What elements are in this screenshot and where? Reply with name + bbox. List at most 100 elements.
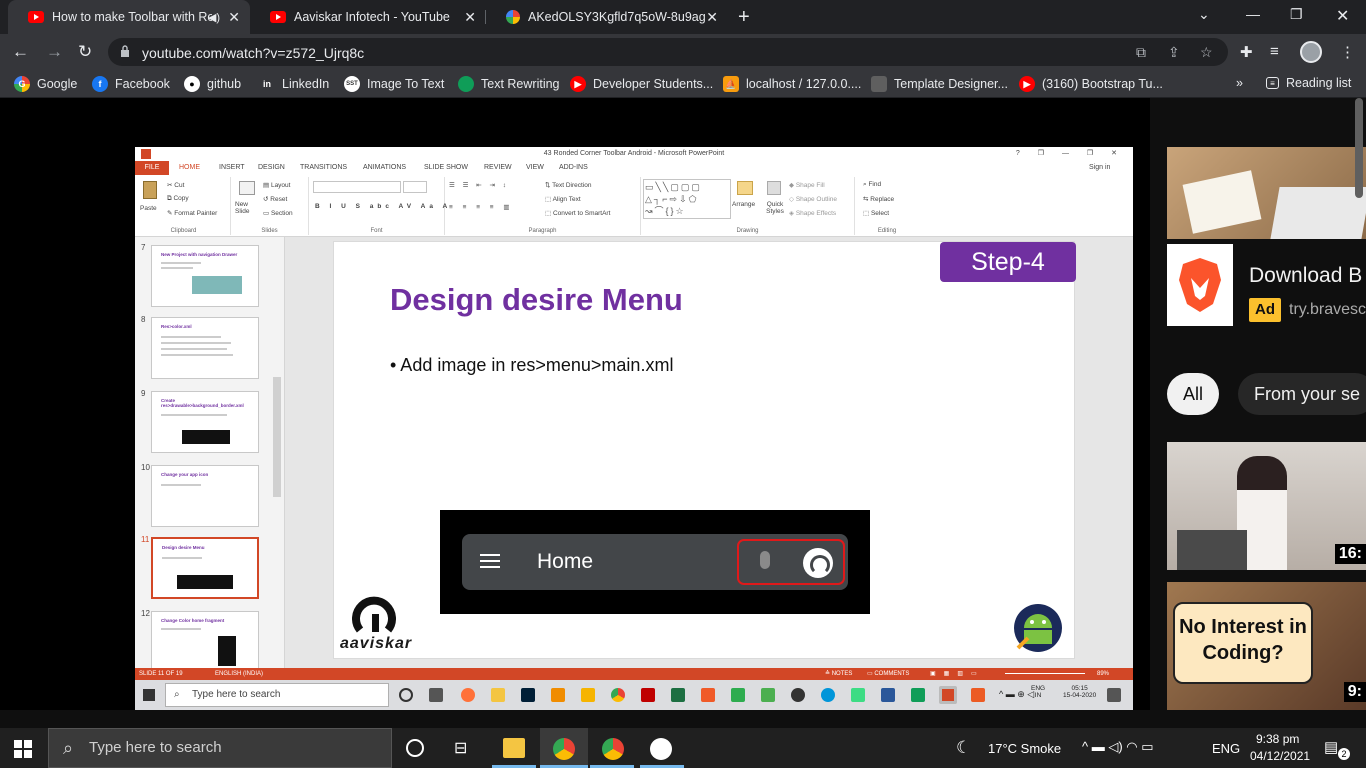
layout-button[interactable]: ▤ Layout bbox=[263, 181, 290, 189]
align-icons[interactable]: ≡ ≡ ≡ ≡ ▥ bbox=[449, 203, 514, 211]
bookmark-google[interactable]: G Google bbox=[14, 76, 77, 92]
reload-icon[interactable]: ↻ bbox=[78, 42, 92, 62]
comments-button[interactable]: ▭ COMMENTS bbox=[867, 668, 909, 680]
profile-avatar[interactable] bbox=[1300, 41, 1322, 63]
bookmark-template-designer[interactable]: Template Designer... bbox=[871, 76, 1008, 92]
video-thumbnail[interactable]: 16: bbox=[1167, 442, 1366, 570]
chip-all[interactable]: All bbox=[1167, 373, 1220, 415]
slide-thumbnail[interactable]: Create res>drawable>background_border.xm… bbox=[151, 391, 259, 453]
bookmark-facebook[interactable]: f Facebook bbox=[92, 76, 170, 92]
tray-icons[interactable]: ^ ▬ ◁) ◠ ▭ bbox=[1082, 739, 1154, 755]
close-icon[interactable]: ✕ bbox=[464, 9, 476, 26]
slide-canvas[interactable]: Step-4 Design desire Menu • Add image in… bbox=[333, 241, 1076, 659]
slide-thumbnail-selected[interactable]: Design desire Menu bbox=[151, 537, 259, 599]
replace-button[interactable]: ⇆ Replace bbox=[863, 195, 894, 203]
bookmarks-overflow-button[interactable]: » bbox=[1236, 76, 1243, 90]
app-w-icon[interactable] bbox=[650, 738, 672, 760]
extensions-icon[interactable]: ✚ bbox=[1240, 43, 1253, 61]
windows-start-icon[interactable] bbox=[14, 740, 32, 758]
slide-thumbnail[interactable]: Res>color.xml bbox=[151, 317, 259, 379]
url-text[interactable]: youtube.com/watch?v=z572_Ujrq8c bbox=[142, 45, 364, 61]
minimize-button[interactable]: — bbox=[1246, 6, 1260, 22]
bookmark-bootstrap[interactable]: ▶ (3160) Bootstrap Tu... bbox=[1019, 76, 1163, 92]
new-tab-button[interactable]: + bbox=[738, 6, 750, 29]
arrange-icon[interactable] bbox=[737, 181, 753, 195]
media-control-icon[interactable]: ≡ bbox=[1270, 43, 1279, 60]
ppt-file-tab[interactable]: FILE bbox=[135, 161, 169, 175]
font-size-box[interactable] bbox=[403, 181, 427, 193]
omnibox[interactable]: youtube.com/watch?v=z572_Ujrq8c ⧉ ⇪ ☆ bbox=[108, 38, 1228, 66]
menu-icon[interactable]: ⋮ bbox=[1340, 43, 1355, 61]
tab-video[interactable]: How to make Toolbar with Ro ◀) ✕ bbox=[8, 0, 250, 34]
bookmark-github[interactable]: ● github bbox=[184, 76, 241, 92]
ad-url[interactable]: try.bravesc bbox=[1289, 301, 1366, 319]
clock-time[interactable]: 9:38 pm bbox=[1256, 732, 1299, 746]
ad-thumbnail[interactable] bbox=[1167, 147, 1366, 239]
brave-logo[interactable] bbox=[1167, 244, 1233, 326]
slide-thumbnail-pane[interactable]: 7 New Project with navigation Drawer 8 R… bbox=[135, 237, 285, 673]
font-format-icons[interactable]: B I U S abc AV Aa A bbox=[315, 203, 451, 210]
slide-thumbnail[interactable]: Change your app icon bbox=[151, 465, 259, 527]
slide-thumbnail[interactable]: New Project with navigation Drawer bbox=[151, 245, 259, 307]
align-text-button[interactable]: ⬚ Align Text bbox=[545, 195, 581, 203]
paste-icon[interactable] bbox=[143, 181, 157, 199]
lock-icon[interactable] bbox=[120, 45, 130, 57]
text-direction-button[interactable]: ⇅ Text Direction bbox=[545, 181, 592, 189]
language-indicator[interactable]: ENG bbox=[1212, 741, 1240, 756]
restore-button[interactable]: ❐ bbox=[1290, 6, 1303, 23]
thumbnail-scrollbar[interactable] bbox=[273, 377, 281, 497]
back-icon[interactable]: ← bbox=[12, 42, 29, 62]
ppt-tab-transitions[interactable]: TRANSITIONS bbox=[300, 164, 347, 171]
bookmark-star-icon[interactable]: ☆ bbox=[1200, 44, 1213, 61]
ppt-tab-review[interactable]: REVIEW bbox=[484, 164, 512, 171]
sidebar-scrollbar[interactable] bbox=[1355, 98, 1363, 198]
clock-date[interactable]: 04/12/2021 bbox=[1250, 749, 1310, 763]
shape-fill-button[interactable]: ◆ Shape Fill bbox=[789, 181, 825, 189]
chrome-icon[interactable] bbox=[553, 738, 575, 760]
reading-list-button[interactable]: ≡ Reading list bbox=[1266, 76, 1351, 90]
paste-button[interactable]: Paste bbox=[140, 205, 157, 212]
list-icons[interactable]: ☰ ☰ ⇤ ⇥ ↕ bbox=[449, 181, 509, 189]
close-icon[interactable]: ✕ bbox=[228, 9, 240, 26]
ad-title[interactable]: Download B bbox=[1249, 264, 1362, 288]
ppt-tab-design[interactable]: DESIGN bbox=[258, 164, 285, 171]
share-icon[interactable]: ⇪ bbox=[1168, 44, 1180, 61]
cortana-icon[interactable] bbox=[406, 739, 424, 757]
bookmark-linkedin[interactable]: in LinkedIn bbox=[259, 76, 329, 92]
task-view-icon[interactable]: ⊟ bbox=[454, 738, 476, 758]
tab-channel[interactable]: Aaviskar Infotech - YouTube ✕ bbox=[250, 0, 486, 34]
ppt-sign-in[interactable]: Sign in bbox=[1089, 164, 1110, 171]
select-button[interactable]: ⬚ Select bbox=[863, 209, 889, 217]
zoom-slider[interactable] bbox=[1005, 673, 1085, 674]
find-button[interactable]: ⌕ Find bbox=[863, 181, 881, 189]
notification-center-icon[interactable]: ▤ bbox=[1324, 738, 1338, 756]
bookmark-developer-students[interactable]: ▶ Developer Students... bbox=[570, 76, 713, 92]
ppt-tab-slideshow[interactable]: SLIDE SHOW bbox=[424, 164, 468, 171]
tab-search-icon[interactable]: ⌄ bbox=[1198, 6, 1210, 23]
weather-icon[interactable]: ☾ bbox=[956, 738, 971, 758]
ppt-tab-view[interactable]: VIEW bbox=[526, 164, 544, 171]
new-slide-icon[interactable] bbox=[239, 181, 255, 195]
ppt-tab-home[interactable]: HOME bbox=[179, 164, 200, 171]
file-explorer-icon[interactable] bbox=[503, 738, 525, 758]
copy-button[interactable]: ⧉ Copy bbox=[167, 195, 189, 203]
bookmark-localhost[interactable]: ⛵ localhost / 127.0.0.... bbox=[723, 76, 861, 92]
view-buttons[interactable]: ▣▦▥▭ bbox=[930, 668, 985, 680]
new-slide-button[interactable]: New Slide bbox=[235, 201, 261, 215]
font-name-box[interactable] bbox=[313, 181, 401, 193]
speaker-icon[interactable]: ◀) bbox=[208, 11, 220, 24]
convert-smartart-button[interactable]: ⬚ Convert to SmartArt bbox=[545, 209, 610, 217]
taskbar-search-box[interactable]: ⌕ Type here to search bbox=[48, 728, 392, 768]
ppt-tab-addins[interactable]: ADD-INS bbox=[559, 164, 588, 171]
close-window-button[interactable]: ✕ bbox=[1336, 6, 1349, 26]
forward-icon[interactable]: → bbox=[46, 42, 63, 62]
tab-photo[interactable]: AKedOLSY3Kgfld7q5oW-8u9agD ✕ bbox=[486, 0, 728, 34]
weather-text[interactable]: 17°C Smoke bbox=[988, 741, 1061, 756]
arrange-button[interactable]: Arrange bbox=[732, 201, 755, 208]
video-player[interactable]: 43 Ronded Corner Toolbar Android - Micro… bbox=[0, 98, 1150, 710]
video-thumbnail[interactable]: No Interest in Coding? 9: bbox=[1167, 582, 1366, 710]
shapes-gallery[interactable]: ▭╲╲▢▢▢ △┐⌐⇨⇩⬠ ↝⌒{}☆ bbox=[643, 179, 731, 219]
chrome-profile-icon[interactable] bbox=[602, 738, 624, 760]
notes-button[interactable]: ≙ NOTES bbox=[825, 668, 852, 680]
slide-editor[interactable]: Step-4 Design desire Menu • Add image in… bbox=[285, 237, 1133, 668]
